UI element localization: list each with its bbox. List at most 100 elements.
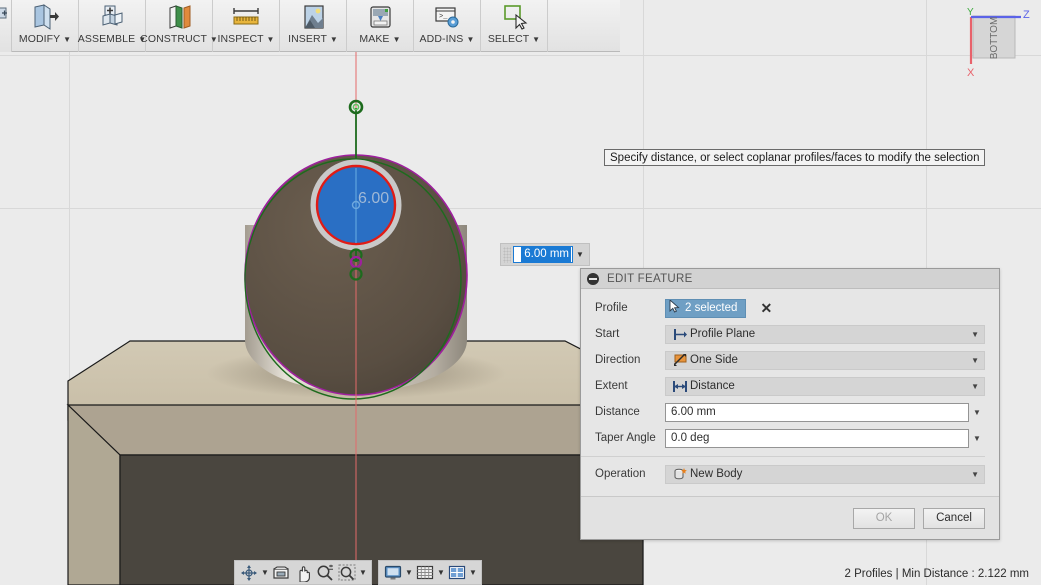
row-label: Taper Angle [595, 432, 656, 444]
distance-floating-value: 6.00 mm [521, 247, 571, 262]
label-text: INSPECT [217, 33, 264, 45]
assemble-icon [97, 2, 127, 32]
axis-x-label: X [967, 67, 975, 79]
row-label: Operation [595, 468, 646, 480]
chevron-down-icon[interactable]: ▼ [532, 35, 540, 44]
chevron-down-icon[interactable]: ▼ [63, 35, 71, 44]
distance-floating-input[interactable]: 6.00 mm ▼ [500, 243, 590, 266]
row-operation: Operation New Body ▼ [581, 461, 985, 487]
status-bar: 2 Profiles | Min Distance : 2.122 mm [0, 563, 1041, 585]
status-bar-text: 2 Profiles | Min Distance : 2.122 mm [844, 568, 1030, 580]
chevron-down-icon[interactable]: ▼ [971, 356, 979, 365]
distance-floating-field[interactable]: 6.00 mm [513, 246, 573, 263]
distance-icon [670, 380, 690, 393]
ribbon-tab-assemble[interactable]: ASSEMBLE ▼ [78, 0, 146, 52]
extent-dropdown[interactable]: Distance ▼ [665, 376, 985, 396]
row-extent: Extent Distance ▼ [581, 373, 985, 399]
label-text: CONSTRUCT [140, 33, 207, 45]
chevron-down-icon[interactable]: ▼ [969, 408, 985, 417]
chevron-down-icon[interactable]: ▼ [330, 35, 338, 44]
svg-text:>_: >_ [439, 13, 448, 21]
ribbon-tab-label: MAKE ▼ [359, 33, 400, 45]
make-icon [365, 2, 395, 32]
dialog-footer: OK Cancel [581, 496, 999, 539]
extent-value: Distance [690, 380, 735, 392]
profile-selection-button[interactable]: 2 selected [665, 298, 747, 318]
label-text: ADD-INS [419, 33, 464, 45]
taper-angle-value: 0.0 deg [671, 432, 710, 444]
status-tooltip: Specify distance, or select coplanar pro… [604, 149, 986, 166]
distance-value: 6.00 mm [671, 406, 716, 418]
inspect-icon [229, 2, 263, 32]
ribbon-tab-make[interactable]: MAKE ▼ [347, 0, 414, 52]
row-profile: Profile 2 selected ✕ [581, 295, 985, 321]
label-text: SELECT [487, 33, 530, 45]
row-start: Start Profile Plane ▼ [581, 321, 985, 347]
distance-input[interactable]: 6.00 mm [665, 402, 969, 422]
profile-plane-icon [670, 328, 690, 341]
insert-icon [298, 2, 328, 32]
ok-button[interactable]: OK [853, 507, 915, 529]
ribbon-tab-modify[interactable]: MODIFY ▼ [12, 0, 79, 52]
operation-value: New Body [690, 468, 743, 480]
chevron-down-icon[interactable]: ▼ [267, 35, 275, 44]
axis-z-label: Z [1023, 9, 1030, 21]
dialog-titlebar[interactable]: EDIT FEATURE [581, 269, 999, 289]
row-label: Direction [595, 354, 641, 366]
partial-tool-icon [0, 7, 7, 19]
ribbon-tab-add-ins[interactable]: >_ ADD-INS ▼ [414, 0, 481, 52]
clear-selection-icon[interactable]: ✕ [760, 300, 772, 317]
extrude-dimension-label[interactable]: 6.00 [358, 190, 389, 208]
direction-dropdown[interactable]: One Side ▼ [665, 350, 985, 370]
view-cube[interactable]: X Y Z BOTTOM [947, 2, 1033, 82]
chevron-down-icon[interactable]: ▼ [971, 330, 979, 339]
cancel-button[interactable]: Cancel [923, 507, 985, 529]
construct-icon [164, 2, 194, 32]
ribbon-tab-label: ASSEMBLE ▼ [78, 33, 146, 45]
dialog-separator [581, 456, 985, 457]
chevron-down-icon[interactable]: ▼ [971, 382, 979, 391]
label-text: ASSEMBLE [77, 33, 136, 45]
ribbon-tab-inspect[interactable]: INSPECT ▼ [213, 0, 280, 52]
drag-grip-icon[interactable] [503, 246, 511, 263]
dialog-body: Profile 2 selected ✕ Start Profile Plane… [581, 289, 999, 487]
row-distance: Distance 6.00 mm ▼ [581, 399, 985, 425]
add-ins-icon: >_ [432, 2, 462, 32]
chevron-down-icon[interactable]: ▼ [969, 434, 985, 443]
row-taper-angle: Taper Angle 0.0 deg ▼ [581, 425, 985, 451]
ribbon-tab-construct[interactable]: CONSTRUCT ▼ [140, 0, 218, 52]
row-label: Start [595, 328, 620, 340]
operation-dropdown[interactable]: New Body ▼ [665, 464, 985, 484]
row-label: Distance [595, 406, 640, 418]
ribbon-tab-label: INSERT ▼ [288, 33, 338, 45]
new-body-icon [670, 467, 690, 481]
row-label: Profile [595, 302, 628, 314]
ribbon-tab-label: ADD-INS ▼ [420, 33, 475, 45]
axis-y-label: Y [967, 7, 974, 18]
ribbon-toolbar[interactable]: MODIFY ▼ ASSEMBLE ▼ CONSTRUCT ▼ INSPECT … [0, 0, 620, 52]
ribbon-tab-label: MODIFY ▼ [19, 33, 71, 45]
edit-feature-dialog[interactable]: EDIT FEATURE Profile 2 selected ✕ Start [580, 268, 1000, 540]
taper-angle-input[interactable]: 0.0 deg [665, 428, 969, 448]
label-text: INSERT [288, 33, 327, 45]
label-text: MAKE [359, 33, 390, 45]
ribbon-tab-select[interactable]: SELECT ▼ [481, 0, 548, 52]
select-icon [499, 2, 529, 32]
direction-value: One Side [690, 354, 738, 366]
row-direction: Direction One Side ▼ [581, 347, 985, 373]
collapse-icon[interactable] [587, 272, 599, 285]
ribbon-edge-sliver [0, 0, 12, 52]
view-cube-face-label: BOTTOM [989, 17, 1000, 60]
profile-selection-label: 2 selected [685, 302, 738, 314]
start-dropdown[interactable]: Profile Plane ▼ [665, 324, 985, 344]
chevron-down-icon[interactable]: ▼ [573, 250, 587, 259]
ribbon-tab-label: INSPECT ▼ [217, 33, 274, 45]
modify-icon [30, 2, 60, 32]
cursor-arrow-icon [669, 298, 681, 316]
ribbon-tab-insert[interactable]: INSERT ▼ [280, 0, 347, 52]
chevron-down-icon[interactable]: ▼ [971, 470, 979, 479]
chevron-down-icon[interactable]: ▼ [466, 35, 474, 44]
ribbon-tab-label: SELECT ▼ [488, 33, 540, 45]
label-text: MODIFY [18, 33, 61, 45]
chevron-down-icon[interactable]: ▼ [393, 35, 401, 44]
